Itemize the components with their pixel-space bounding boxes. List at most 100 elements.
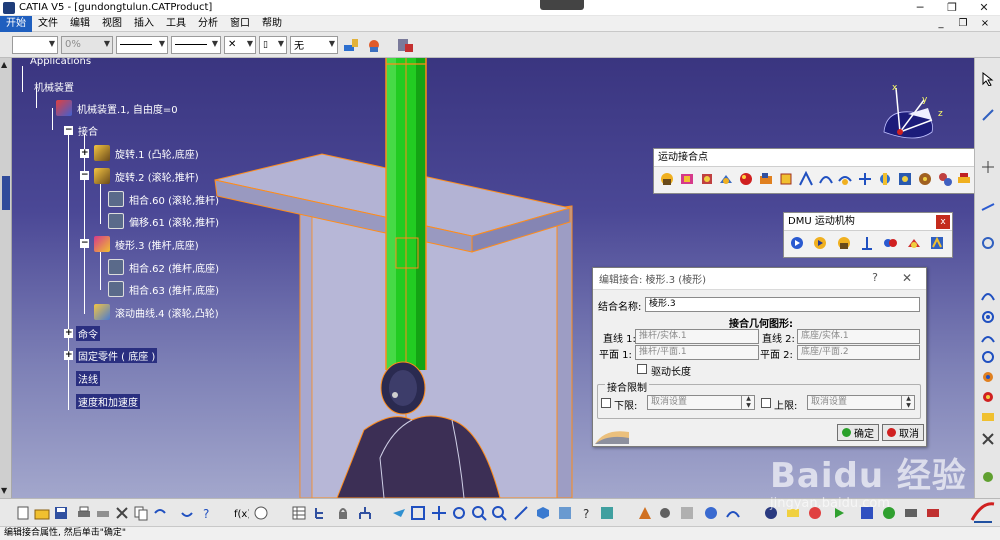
hide-show-icon[interactable]: ? — [578, 504, 596, 522]
replay-icon[interactable] — [830, 504, 848, 522]
menu-insert[interactable]: 插入 — [128, 16, 160, 32]
arc-tool-icon[interactable] — [979, 328, 997, 346]
speed-acceleration-icon[interactable] — [905, 234, 922, 252]
swept-volume-icon[interactable] — [762, 504, 780, 522]
compile-icon[interactable] — [858, 504, 876, 522]
redo-icon[interactable] — [178, 504, 196, 522]
lower-limit-field[interactable]: 取消设置 — [647, 395, 755, 410]
collapse-toggle[interactable]: − — [80, 239, 89, 248]
cylindrical-joint-tool-icon[interactable] — [698, 170, 716, 188]
simulate-with-laws-icon[interactable] — [811, 234, 828, 252]
upper-limit-field[interactable]: 取消设置 — [807, 395, 915, 410]
line1-field[interactable]: 推杆/实体.1 — [635, 329, 759, 344]
sensor-icon[interactable] — [702, 504, 720, 522]
iso-view-icon[interactable] — [534, 504, 552, 522]
universal-joint-tool-icon[interactable] — [876, 170, 894, 188]
measure-icon[interactable] — [979, 198, 997, 216]
tree-node-joints[interactable]: 接合 — [76, 123, 100, 138]
upper-limit-spinner[interactable]: ▲ ▼ — [901, 395, 915, 410]
settings-tool-icon[interactable] — [979, 468, 997, 486]
expand-toggle[interactable]: + — [64, 351, 73, 360]
fixed-part-icon[interactable] — [858, 234, 875, 252]
compass-widget[interactable]: x y z — [866, 80, 956, 150]
open-file-icon[interactable] — [33, 504, 51, 522]
sketcher-icon[interactable] — [979, 106, 997, 124]
tree-node-coincidence-63[interactable]: 相合.63 (推杆,底座) — [108, 281, 221, 297]
tree-node-laws[interactable]: 法线 — [76, 371, 100, 386]
rotate-icon[interactable] — [450, 504, 468, 522]
clash-icon[interactable] — [636, 504, 654, 522]
menu-start[interactable]: 开始 — [0, 15, 32, 32]
linetype-dropdown[interactable]: ▼ — [171, 35, 221, 54]
assembly-constraint-conversion-icon[interactable] — [882, 234, 899, 252]
point-symbol-dropdown[interactable]: ✕ ▼ — [224, 35, 256, 54]
upper-limit-checkbox[interactable] — [761, 398, 771, 408]
transparency-dropdown[interactable]: 0% ▼ — [61, 35, 113, 54]
spiral-tool-icon[interactable] — [979, 308, 997, 326]
spherical-joint-tool-icon[interactable] — [737, 170, 755, 188]
quick-print-icon[interactable] — [94, 504, 112, 522]
point-surface-joint-tool-icon[interactable] — [856, 170, 874, 188]
fly-mode-icon[interactable] — [390, 504, 408, 522]
dialog-close-button[interactable]: ✕ — [902, 271, 912, 285]
doc-minimize-button[interactable]: _ — [930, 16, 952, 32]
tree-node-revolute-2[interactable]: 旋转.2 (滚轮,推杆) — [94, 168, 201, 184]
menu-analysis[interactable]: 分析 — [192, 16, 224, 32]
swap-visible-icon[interactable] — [598, 504, 616, 522]
tree-node-roll-curve-4[interactable]: 滚动曲线.4 (滚轮,凸轮) — [94, 304, 221, 320]
print-icon[interactable] — [75, 504, 93, 522]
rendering-style-dropdown[interactable]: ▯ ▼ — [259, 35, 287, 54]
simulate-with-commands-icon[interactable] — [788, 234, 805, 252]
menu-help[interactable]: 帮助 — [256, 16, 288, 32]
cancel-button[interactable]: 取消 — [882, 424, 924, 441]
tree-node-revolute-1[interactable]: 旋转.1 (凸轮,底座) — [94, 145, 201, 161]
scroll-up-arrow[interactable]: ▲ — [1, 60, 7, 69]
line2-field[interactable]: 底座/实体.1 — [797, 329, 920, 344]
drive-length-checkbox[interactable] — [637, 364, 647, 374]
snap-icon[interactable] — [979, 158, 997, 176]
screw-joint-tool-icon[interactable] — [717, 170, 735, 188]
rotate-tool-icon[interactable] — [979, 368, 997, 386]
fit-all-icon[interactable] — [409, 504, 427, 522]
point-curve-joint-tool-icon[interactable] — [797, 170, 815, 188]
tree-node-prismatic-3[interactable]: 棱形.3 (推杆,底座) — [94, 236, 201, 252]
menu-window[interactable]: 窗口 — [224, 16, 256, 32]
tree-node-speed-acceleration[interactable]: 速度和加速度 — [76, 394, 140, 409]
gear-joint-tool-icon[interactable] — [916, 170, 934, 188]
pan-icon[interactable] — [430, 504, 448, 522]
color-dropdown[interactable]: ▼ — [12, 35, 58, 54]
tree-icon[interactable] — [312, 504, 330, 522]
tree-node-mechanisms[interactable]: 机械装置 — [32, 79, 76, 94]
comment-icon[interactable] — [252, 504, 270, 522]
hierarchy-icon[interactable] — [356, 504, 374, 522]
rigid-joint-tool-icon[interactable] — [777, 170, 795, 188]
ok-button[interactable]: 确定 — [837, 424, 879, 441]
shading-icon[interactable] — [556, 504, 574, 522]
sectioning-icon[interactable] — [678, 504, 696, 522]
cut-icon[interactable] — [113, 504, 131, 522]
menu-edit[interactable]: 编辑 — [64, 16, 96, 32]
normal-view-icon[interactable] — [512, 504, 530, 522]
trace-icon[interactable] — [724, 504, 742, 522]
player-icon[interactable] — [880, 504, 898, 522]
doc-close-button[interactable]: × — [974, 16, 996, 32]
simulation-icon[interactable] — [806, 504, 824, 522]
lower-limit-checkbox[interactable] — [601, 398, 611, 408]
revolute-joint-tool-icon[interactable] — [658, 170, 676, 188]
envelope-icon[interactable] — [784, 504, 802, 522]
distance-icon[interactable] — [656, 504, 674, 522]
zoom-out-icon[interactable] — [490, 504, 508, 522]
planar-joint-tool-icon[interactable] — [757, 170, 775, 188]
plane1-field[interactable]: 推杆/平面.1 — [635, 345, 759, 360]
tree-node-coincidence-60[interactable]: 相合.60 (滚轮,推杆) — [108, 191, 221, 207]
vcr-icon[interactable] — [902, 504, 920, 522]
lock-icon[interactable] — [334, 504, 352, 522]
tree-node-commands[interactable]: 命令 — [76, 326, 100, 341]
dmu-toolbar-close-button[interactable]: x — [936, 215, 950, 229]
expand-toggle[interactable]: + — [64, 329, 73, 338]
collapse-toggle[interactable]: − — [80, 171, 89, 180]
tree-scroll-handle[interactable] — [2, 176, 10, 210]
linewidth-dropdown[interactable]: ▼ — [116, 35, 168, 54]
cv-joint-tool-icon[interactable] — [896, 170, 914, 188]
zoom-in-icon[interactable] — [470, 504, 488, 522]
